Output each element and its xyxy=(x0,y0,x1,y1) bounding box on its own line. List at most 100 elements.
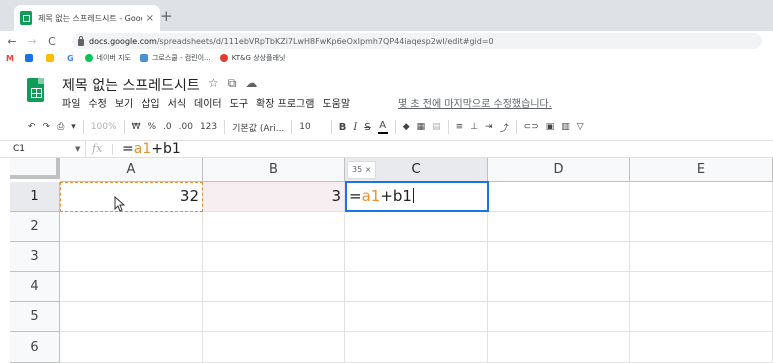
address-bar[interactable]: docs.google.com/spreadsheets/d/111ebVRpT… xyxy=(72,33,762,49)
menu-extensions[interactable]: 확장 프로그램 xyxy=(256,95,314,110)
cell-b5[interactable] xyxy=(203,302,345,332)
zoom-select[interactable]: 100% xyxy=(91,122,117,132)
chart-icon[interactable]: ▥ xyxy=(561,122,570,132)
cell-e6[interactable] xyxy=(630,332,773,363)
cell-e5[interactable] xyxy=(630,302,773,332)
more-formats-button[interactable]: 123 xyxy=(200,122,217,132)
bold-button[interactable]: B xyxy=(339,122,347,133)
menu-data[interactable]: 데이터 xyxy=(194,95,222,110)
reload-button[interactable]: C xyxy=(44,35,60,48)
cell-b1[interactable]: 3 xyxy=(203,182,345,212)
column-header-d[interactable]: D xyxy=(488,158,630,182)
cell-d6[interactable] xyxy=(488,332,630,363)
menu-file[interactable]: 파일 xyxy=(62,95,80,110)
cell-e1[interactable] xyxy=(630,182,773,212)
merge-cells-icon[interactable]: ▤ xyxy=(432,122,441,132)
percent-format-button[interactable]: % xyxy=(147,122,156,132)
row-header-1[interactable]: 1 xyxy=(10,182,60,212)
name-box-dropdown-icon[interactable]: ▼ xyxy=(75,141,80,157)
cell-c1-editor[interactable]: =a1+b1 xyxy=(345,181,489,212)
cell-a6[interactable] xyxy=(60,332,203,363)
cell-d4[interactable] xyxy=(488,272,630,302)
sheets-logo-icon[interactable] xyxy=(27,78,44,102)
row-header-3[interactable]: 3 xyxy=(10,242,60,272)
bookmark-naver-map[interactable]: 네이버 지도 xyxy=(84,53,131,63)
bookmark-blue[interactable] xyxy=(24,54,37,62)
cell-b3[interactable] xyxy=(203,242,345,272)
cell-a2[interactable] xyxy=(60,212,203,242)
browser-tab[interactable]: 제목 없는 스프레드시트 - Goog × xyxy=(14,5,160,31)
row-header-5[interactable]: 5 xyxy=(10,302,60,332)
last-edit-link[interactable]: 몇 초 전에 마지막으로 수정했습니다. xyxy=(398,95,552,110)
cell-c3[interactable] xyxy=(345,242,488,272)
back-button[interactable]: ← xyxy=(4,35,20,48)
link-icon[interactable]: ⊂⊃ xyxy=(524,122,539,132)
bookmark-gmail[interactable]: M xyxy=(6,54,16,63)
redo-button[interactable]: ↷ xyxy=(43,122,51,132)
menu-help[interactable]: 도움말 xyxy=(322,95,350,110)
text-rotate-icon[interactable]: ⤴ xyxy=(500,121,509,134)
menu-view[interactable]: 보기 xyxy=(115,95,133,110)
column-header-a[interactable]: A xyxy=(60,158,203,182)
row-header-2[interactable]: 2 xyxy=(10,212,60,242)
text-wrap-icon[interactable]: ⇥ xyxy=(485,122,493,132)
menu-format[interactable]: 서식 xyxy=(168,95,186,110)
cell-b2[interactable] xyxy=(203,212,345,242)
paint-format-button[interactable]: ▾ xyxy=(71,122,76,132)
cell-c6[interactable] xyxy=(345,332,488,363)
undo-button[interactable]: ↶ xyxy=(28,122,36,132)
cell-e4[interactable] xyxy=(630,272,773,302)
cell-a1[interactable]: 32 xyxy=(60,182,203,212)
bookmark-folder[interactable] xyxy=(45,54,58,62)
horizontal-align-icon[interactable]: ≡ xyxy=(456,122,464,132)
cell-d5[interactable] xyxy=(488,302,630,332)
cell-e3[interactable] xyxy=(630,242,773,272)
comment-icon[interactable]: ▣ xyxy=(546,122,555,132)
cell-c2[interactable] xyxy=(345,212,488,242)
cell-a4[interactable] xyxy=(60,272,203,302)
cell-d1[interactable] xyxy=(488,182,630,212)
bookmark-google[interactable]: G xyxy=(67,54,76,63)
document-title[interactable]: 제목 없는 스프레드시트 xyxy=(62,75,200,95)
text-color-button[interactable]: A xyxy=(377,120,388,134)
bookmark-growschool[interactable]: 그로스쿨 - 컴린이... xyxy=(139,53,211,63)
borders-icon[interactable]: ▦ xyxy=(417,122,426,132)
menu-tools[interactable]: 도구 xyxy=(230,95,248,110)
print-button[interactable]: ⎙ xyxy=(57,122,64,132)
increase-decimal-button[interactable]: .00 xyxy=(179,122,193,132)
font-size-select[interactable]: 10 xyxy=(299,122,310,132)
select-all-corner[interactable] xyxy=(10,158,60,179)
new-tab-button[interactable]: + xyxy=(160,8,173,24)
italic-button[interactable]: I xyxy=(353,122,357,133)
close-tab-icon[interactable]: × xyxy=(146,13,154,24)
vertical-align-icon[interactable]: ⊥ xyxy=(470,122,478,132)
filter-icon[interactable]: ▽ xyxy=(577,122,584,132)
cell-a5[interactable] xyxy=(60,302,203,332)
decrease-decimal-button[interactable]: .0 xyxy=(163,122,172,132)
cloud-status-icon[interactable]: ☁ xyxy=(245,76,257,91)
cell-e2[interactable] xyxy=(630,212,773,242)
fill-color-icon[interactable]: ◆ xyxy=(403,122,410,132)
formula-input[interactable]: =a1+b1 xyxy=(122,141,181,158)
cell-d3[interactable] xyxy=(488,242,630,272)
name-box[interactable]: C1 xyxy=(0,141,86,158)
cell-b6[interactable] xyxy=(203,332,345,363)
bookmark-ktg[interactable]: KT&G 상상플래닛 xyxy=(219,53,285,63)
menu-insert[interactable]: 삽입 xyxy=(141,95,159,110)
menu-edit[interactable]: 수정 xyxy=(88,95,106,110)
move-folder-icon[interactable]: ⧉ xyxy=(228,76,237,91)
currency-format-button[interactable]: ₩ xyxy=(132,122,141,132)
cell-c4[interactable] xyxy=(345,272,488,302)
column-header-b[interactable]: B xyxy=(203,158,345,182)
row-header-4[interactable]: 4 xyxy=(10,272,60,302)
forward-button[interactable]: → xyxy=(24,35,40,48)
cell-c5[interactable] xyxy=(345,302,488,332)
star-icon[interactable]: ☆ xyxy=(208,76,219,91)
cell-d2[interactable] xyxy=(488,212,630,242)
row-header-6[interactable]: 6 xyxy=(10,332,60,363)
column-header-e[interactable]: E xyxy=(630,158,773,182)
strikethrough-button[interactable]: S xyxy=(364,122,370,133)
font-family-select[interactable]: 기본값 (Ari... xyxy=(232,121,284,134)
cell-b4[interactable] xyxy=(203,272,345,302)
cell-a3[interactable] xyxy=(60,242,203,272)
